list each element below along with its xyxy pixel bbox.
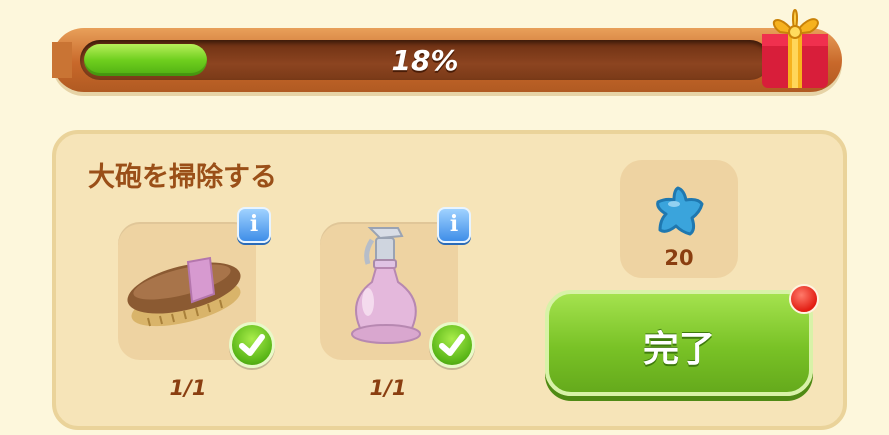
progress-track: 18%: [80, 40, 770, 80]
gift-box-icon[interactable]: [758, 0, 834, 92]
complete-button-label: 完了: [642, 329, 715, 370]
item-count-brush: 1/1: [169, 376, 207, 400]
reward-value: 20: [664, 246, 694, 270]
notification-dot-icon: [789, 284, 819, 314]
progress-percent-label: 18%: [391, 44, 459, 77]
item-count-spray: 1/1: [369, 376, 407, 400]
info-button-spray[interactable]: i: [437, 207, 471, 243]
task-title: 大砲を掃除する: [88, 162, 277, 193]
complete-button[interactable]: 完了: [545, 290, 813, 396]
info-button-brush[interactable]: i: [237, 207, 271, 243]
checkmark-icon: [429, 322, 475, 368]
checkmark-icon: [229, 322, 275, 368]
